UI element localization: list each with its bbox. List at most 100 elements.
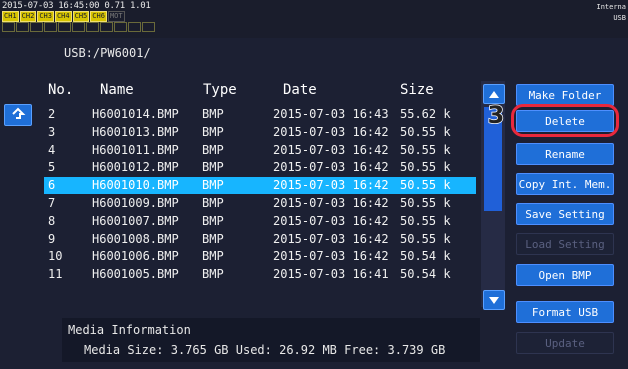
- up-arrow-icon: [12, 107, 26, 119]
- connection-box: [72, 22, 85, 32]
- file-size: 50.55 k: [400, 231, 451, 246]
- channel-badge: CH3: [37, 11, 54, 22]
- file-no: 6: [48, 178, 56, 193]
- file-type: BMP: [202, 249, 224, 264]
- file-size: 50.55 k: [400, 160, 451, 175]
- file-type: BMP: [202, 124, 224, 139]
- file-type: BMP: [202, 267, 224, 282]
- file-size: 55.62 k: [400, 107, 451, 121]
- storage-indicator: Interna USB: [596, 2, 626, 24]
- file-name: H6001008.BMP: [92, 231, 179, 246]
- file-row-selected[interactable]: 6 H6001010.BMP BMP 2015-07-03 16:42 50.55 k: [44, 177, 476, 195]
- triangle-up-icon: [489, 90, 499, 98]
- parent-folder-button[interactable]: [4, 104, 32, 126]
- file-date: 2015-07-03 16:42: [273, 142, 389, 157]
- file-date: 2015-07-03 16:43: [273, 107, 389, 121]
- open-bmp-button[interactable]: Open BMP: [516, 264, 614, 286]
- file-type: BMP: [202, 178, 224, 193]
- file-no: 8: [48, 213, 56, 228]
- file-row[interactable]: 7 H6001009.BMP BMP 2015-07-03 16:42 50.55 k: [44, 195, 476, 212]
- load-setting-button[interactable]: Load Setting: [516, 233, 614, 255]
- file-date: 2015-07-03 16:42: [273, 231, 389, 246]
- file-row[interactable]: 2 H6001014.BMP BMP 2015-07-03 16:43 55.62 k: [44, 106, 476, 123]
- column-header-size: Size: [400, 82, 434, 98]
- media-info-line: Media Size: 3.765 GB Used: 26.92 MB Free…: [84, 343, 445, 357]
- channel-badge: CH4: [54, 11, 72, 22]
- file-row[interactable]: 9 H6001008.BMP BMP 2015-07-03 16:42 50.55 k: [44, 231, 476, 248]
- motor-channel-badge: MOT: [107, 11, 125, 22]
- connection-box: [114, 22, 127, 32]
- rename-button[interactable]: Rename: [516, 143, 614, 165]
- column-header-name: Name: [100, 82, 134, 98]
- media-info-title: Media Information: [68, 323, 191, 337]
- file-size: 50.55 k: [400, 178, 451, 193]
- connection-box: [2, 22, 15, 32]
- file-type: BMP: [202, 142, 224, 157]
- file-name: H6001010.BMP: [92, 178, 179, 193]
- file-row[interactable]: 11 H6001005.BMP BMP 2015-07-03 16:41 50.54 k: [44, 266, 476, 283]
- media-information-panel: Media Information Media Size: 3.765 GB U…: [62, 318, 480, 362]
- format-usb-button[interactable]: Format USB: [516, 301, 614, 323]
- file-row[interactable]: 4 H6001011.BMP BMP 2015-07-03 16:42 50.55 k: [44, 142, 476, 159]
- file-no: 7: [48, 196, 56, 210]
- file-name: H6001009.BMP: [92, 196, 179, 210]
- file-name: H6001012.BMP: [92, 160, 179, 175]
- file-date: 2015-07-03 16:42: [273, 213, 389, 228]
- file-type: BMP: [202, 231, 224, 246]
- connection-indicators: [2, 22, 155, 32]
- file-date: 2015-07-03 16:42: [273, 249, 389, 264]
- file-date: 2015-07-03 16:42: [273, 160, 389, 175]
- storage-internal-label: Interna: [596, 3, 626, 11]
- file-type: BMP: [202, 196, 224, 210]
- file-row[interactable]: 3 H6001013.BMP BMP 2015-07-03 16:42 50.55 k: [44, 124, 476, 141]
- connection-box: [44, 22, 57, 32]
- device-frame: 2015-07-03 16:45:00 0.71 1.01 CH1 CH2 CH…: [0, 0, 628, 369]
- file-type: BMP: [202, 107, 224, 121]
- connection-box: [86, 22, 99, 32]
- file-date: 2015-07-03 16:42: [273, 178, 389, 193]
- file-name: H6001005.BMP: [92, 267, 179, 282]
- file-name: H6001007.BMP: [92, 213, 179, 228]
- channel-badge: CH1: [2, 11, 19, 22]
- make-folder-button[interactable]: Make Folder: [516, 84, 614, 106]
- file-no: 4: [48, 142, 56, 157]
- file-no: 3: [48, 124, 56, 139]
- file-row[interactable]: 8 H6001007.BMP BMP 2015-07-03 16:42 50.55 k: [44, 213, 476, 230]
- file-size: 50.54 k: [400, 249, 451, 264]
- connection-box: [58, 22, 71, 32]
- delete-highlight-ring: [511, 104, 619, 137]
- copy-internal-memory-button[interactable]: Copy Int. Mem.: [516, 173, 614, 195]
- column-header-type: Type: [203, 82, 237, 98]
- file-size: 50.55 k: [400, 142, 451, 157]
- file-size: 50.54 k: [400, 267, 451, 282]
- channel-badge: CH6: [90, 11, 107, 22]
- file-name: H6001013.BMP: [92, 124, 179, 139]
- file-date: 2015-07-03 16:42: [273, 196, 389, 210]
- media-size-label: Media Size:: [84, 343, 164, 357]
- file-row[interactable]: 10 H6001006.BMP BMP 2015-07-03 16:42 50.54 k: [44, 248, 476, 265]
- file-date: 2015-07-03 16:41: [273, 267, 389, 282]
- file-no: 2: [48, 107, 56, 121]
- used-label: Used:: [235, 343, 272, 357]
- column-header-date: Date: [283, 82, 317, 98]
- scroll-down-button[interactable]: [483, 290, 505, 310]
- save-setting-button[interactable]: Save Setting: [516, 203, 614, 225]
- file-row[interactable]: 5 H6001012.BMP BMP 2015-07-03 16:42 50.55 k: [44, 159, 476, 176]
- update-button[interactable]: Update: [516, 332, 614, 354]
- connection-box: [142, 22, 155, 32]
- channel-badge: CH2: [19, 11, 37, 22]
- connection-box: [30, 22, 43, 32]
- file-no: 11: [48, 267, 63, 282]
- step-number-badge: 3: [487, 101, 505, 129]
- file-size: 50.55 k: [400, 213, 451, 228]
- free-label: Free:: [344, 343, 381, 357]
- current-path: USB:/PW6001/: [64, 46, 151, 60]
- free-value: 3.739 GB: [387, 343, 446, 357]
- file-type: BMP: [202, 213, 224, 228]
- channel-badge: CH5: [72, 11, 90, 22]
- status-bar: 2015-07-03 16:45:00 0.71 1.01 CH1 CH2 CH…: [0, 0, 628, 38]
- used-value: 26.92 MB: [279, 343, 337, 357]
- file-name: H6001014.BMP: [92, 107, 179, 121]
- connection-box: [16, 22, 29, 32]
- screen: 2015-07-03 16:45:00 0.71 1.01 CH1 CH2 CH…: [0, 0, 628, 369]
